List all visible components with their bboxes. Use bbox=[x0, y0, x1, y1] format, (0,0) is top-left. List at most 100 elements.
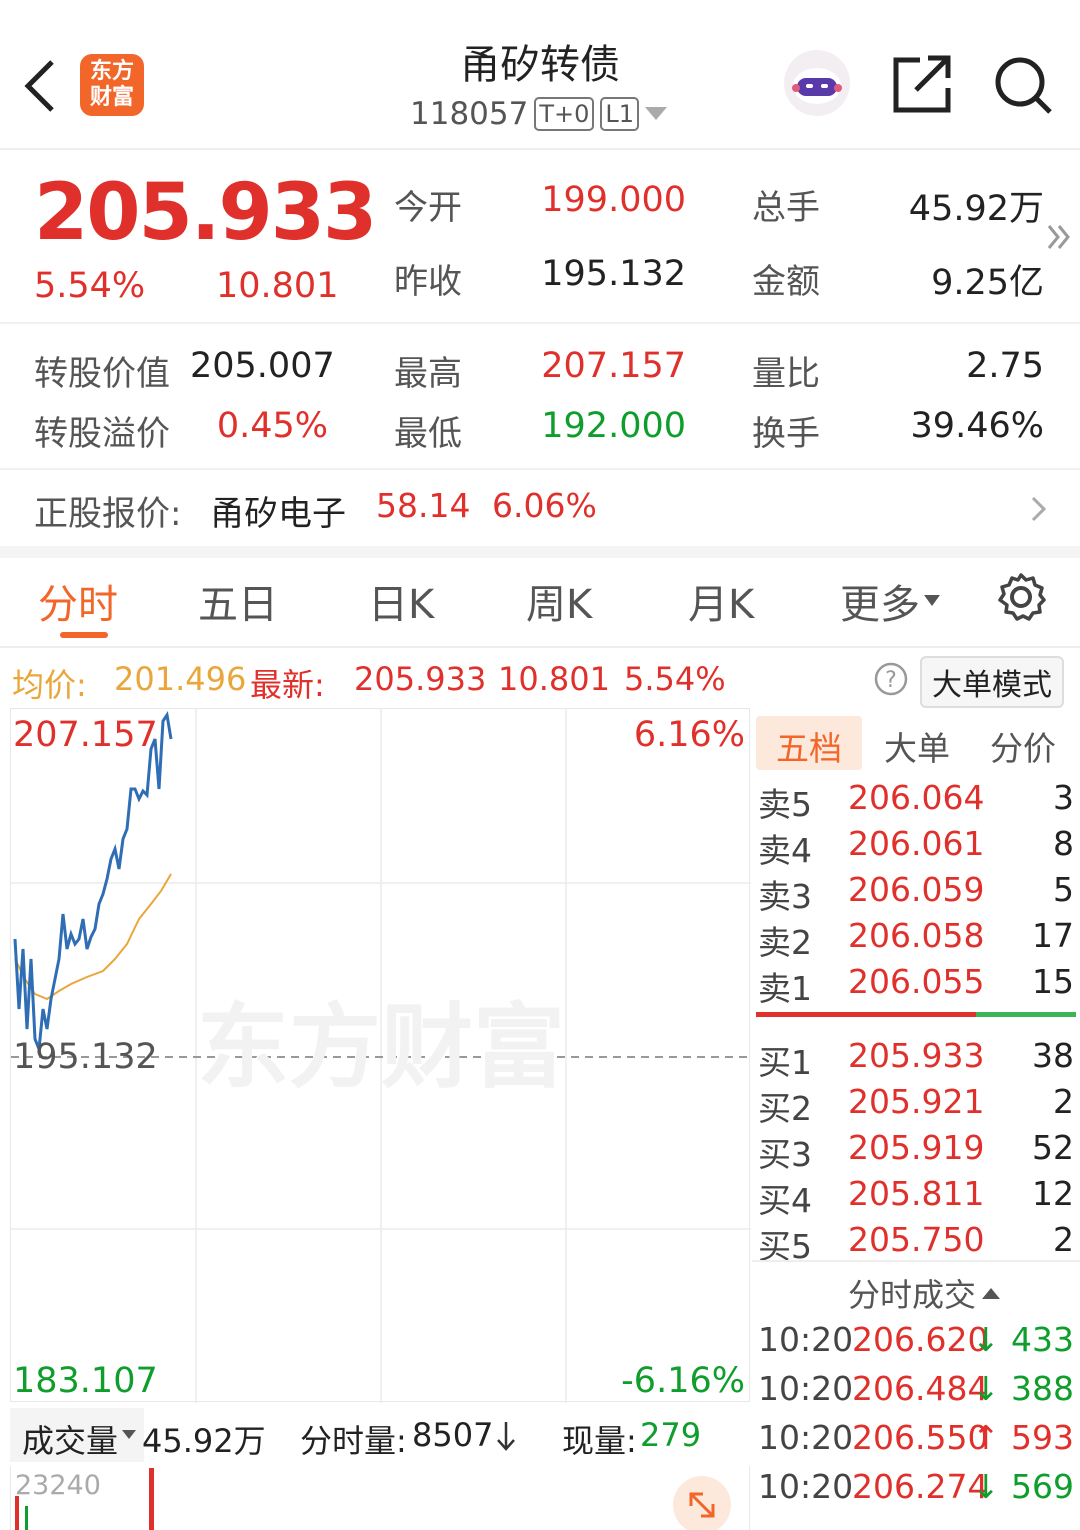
buy-level: 买1 bbox=[758, 1043, 812, 1082]
tick-price: 206.550 bbox=[852, 1418, 989, 1457]
volume-bar bbox=[15, 1496, 19, 1530]
buy-price: 205.811 bbox=[848, 1174, 985, 1213]
sell-level: 卖2 bbox=[758, 923, 812, 962]
buy-row[interactable]: 买5 205.750 2 bbox=[752, 1220, 1080, 1266]
buy-price: 205.933 bbox=[848, 1036, 985, 1075]
vol-ratio-value: 2.75 bbox=[966, 346, 1044, 386]
help-icon[interactable]: ? bbox=[874, 662, 908, 696]
buy-row[interactable]: 买3 205.919 52 bbox=[752, 1128, 1080, 1174]
volume-value: 45.92万 bbox=[908, 189, 1044, 229]
last-price: 205.933 bbox=[34, 168, 377, 258]
chart-bottom-pct: -6.16% bbox=[621, 1361, 745, 1401]
sell-price: 206.061 bbox=[848, 824, 985, 863]
security-code: 118057 bbox=[410, 96, 529, 132]
low-label: 最低 bbox=[394, 414, 462, 454]
tick-qty: 433 bbox=[1011, 1320, 1074, 1359]
sell-level: 卖1 bbox=[758, 969, 812, 1008]
conv-premium: 0.45% bbox=[216, 406, 328, 446]
orderbook-tab-five[interactable]: 五档 bbox=[776, 722, 842, 770]
tick-row: 10:20 206.274 ↓ 569 bbox=[752, 1467, 1080, 1513]
fullscreen-button[interactable] bbox=[673, 1476, 731, 1530]
sell-qty: 15 bbox=[1032, 962, 1074, 1001]
tab-more[interactable]: 更多 bbox=[840, 572, 940, 630]
sell-level: 卖4 bbox=[758, 831, 812, 870]
volume-axis-max: 23240 bbox=[15, 1470, 101, 1501]
prev-close-label: 昨收 bbox=[394, 262, 462, 302]
vol-ratio-label: 量比 bbox=[752, 354, 820, 394]
tick-row: 10:20 206.620 ↓ 433 bbox=[752, 1320, 1080, 1366]
orderbook-tab-price[interactable]: 分价 bbox=[990, 722, 1056, 770]
intraday-chart[interactable]: 东方财富 207.157 6.16% 195.132 183.107 -6.16… bbox=[10, 708, 751, 1403]
sell-qty: 5 bbox=[1053, 870, 1074, 909]
sell-row[interactable]: 卖3 206.059 5 bbox=[752, 870, 1080, 916]
buy-row[interactable]: 买4 205.811 12 bbox=[752, 1174, 1080, 1220]
arrow-down-icon bbox=[497, 1422, 515, 1451]
buy-level: 买3 bbox=[758, 1135, 812, 1174]
orderbook-tab-big[interactable]: 大单 bbox=[884, 722, 950, 770]
sell-row[interactable]: 卖1 206.055 15 bbox=[752, 962, 1080, 1008]
expand-icon bbox=[689, 1492, 715, 1518]
tick-direction-icon: ↓ bbox=[972, 1320, 1000, 1359]
underlying-price: 58.14 bbox=[376, 486, 471, 525]
latest-change: 10.801 bbox=[498, 660, 610, 698]
sell-price: 206.055 bbox=[848, 962, 985, 1001]
big-order-mode-button[interactable]: 大单模式 bbox=[920, 656, 1064, 708]
robot-avatar-icon bbox=[784, 50, 850, 116]
security-code-row[interactable]: 118057 T+0 L1 bbox=[410, 96, 668, 132]
search-button[interactable] bbox=[992, 54, 1054, 116]
sell-level: 卖3 bbox=[758, 877, 812, 916]
gear-icon[interactable] bbox=[996, 572, 1046, 622]
robot-assistant-button[interactable] bbox=[782, 48, 852, 118]
expand-quote-button[interactable] bbox=[1046, 222, 1072, 252]
low-value: 192.000 bbox=[541, 406, 686, 446]
avg-value: 201.496 bbox=[114, 660, 247, 698]
underlying-stock-row[interactable]: 正股报价: 甬矽电子 58.14 6.06% bbox=[0, 470, 1080, 546]
buy-qty: 2 bbox=[1053, 1082, 1074, 1121]
amount-label: 金额 bbox=[752, 262, 820, 302]
tabs-divider bbox=[0, 646, 1080, 648]
volume-bar bbox=[149, 1468, 154, 1530]
buy-price: 205.750 bbox=[848, 1220, 985, 1259]
buy-level: 买2 bbox=[758, 1089, 812, 1128]
buy-row[interactable]: 买2 205.921 2 bbox=[752, 1082, 1080, 1128]
latest-label: 最新: bbox=[250, 666, 325, 704]
tab-more-label: 更多 bbox=[840, 582, 920, 628]
buy-qty: 38 bbox=[1032, 1036, 1074, 1075]
tick-row: 10:20 206.484 ↓ 388 bbox=[752, 1369, 1080, 1415]
ticks-toggle[interactable]: 分时成交 bbox=[848, 1270, 1001, 1316]
tab-monthly-k[interactable]: 月K bbox=[688, 572, 754, 630]
turnover-value: 39.46% bbox=[910, 406, 1044, 446]
sell-row[interactable]: 卖5 206.064 3 bbox=[752, 778, 1080, 824]
header-divider bbox=[0, 148, 1080, 150]
sell-price: 206.059 bbox=[848, 870, 985, 909]
buy-row[interactable]: 买1 205.933 38 bbox=[752, 1036, 1080, 1082]
prev-close-value: 195.132 bbox=[541, 254, 686, 294]
volume-indicator-select[interactable]: 成交量 bbox=[10, 1408, 145, 1462]
share-button[interactable] bbox=[892, 54, 954, 114]
sell-row[interactable]: 卖4 206.061 8 bbox=[752, 824, 1080, 870]
caret-up-icon bbox=[982, 1288, 1001, 1299]
tick-direction-icon: ↓ bbox=[972, 1369, 1000, 1408]
tab-weekly-k[interactable]: 周K bbox=[526, 572, 592, 630]
conv-value-label: 转股价值 bbox=[34, 354, 170, 394]
tick-qty: 593 bbox=[1011, 1418, 1074, 1457]
tab-intraday[interactable]: 分时 bbox=[38, 572, 118, 630]
sell-qty: 17 bbox=[1032, 916, 1074, 955]
underlying-name: 甬矽电子 bbox=[210, 494, 346, 534]
volume-chart[interactable]: 23240 bbox=[10, 1466, 750, 1530]
sell-qty: 8 bbox=[1053, 824, 1074, 863]
sell-qty: 3 bbox=[1053, 778, 1074, 817]
bid-ask-ratio-sell bbox=[756, 1012, 976, 1017]
tab-daily-k[interactable]: 日K bbox=[368, 572, 434, 630]
caret-down-icon bbox=[924, 595, 940, 606]
conv-premium-label: 转股溢价 bbox=[34, 414, 170, 454]
open-label: 今开 bbox=[394, 188, 462, 228]
buy-level: 买4 bbox=[758, 1181, 812, 1220]
amount-value: 9.25亿 bbox=[931, 263, 1044, 303]
tick-time: 10:20 bbox=[758, 1467, 854, 1506]
tick-direction-icon: ↑ bbox=[972, 1418, 1000, 1457]
buy-qty: 12 bbox=[1032, 1174, 1074, 1213]
tab-five-day[interactable]: 五日 bbox=[198, 572, 278, 630]
open-value: 199.000 bbox=[541, 180, 686, 220]
sell-row[interactable]: 卖2 206.058 17 bbox=[752, 916, 1080, 962]
